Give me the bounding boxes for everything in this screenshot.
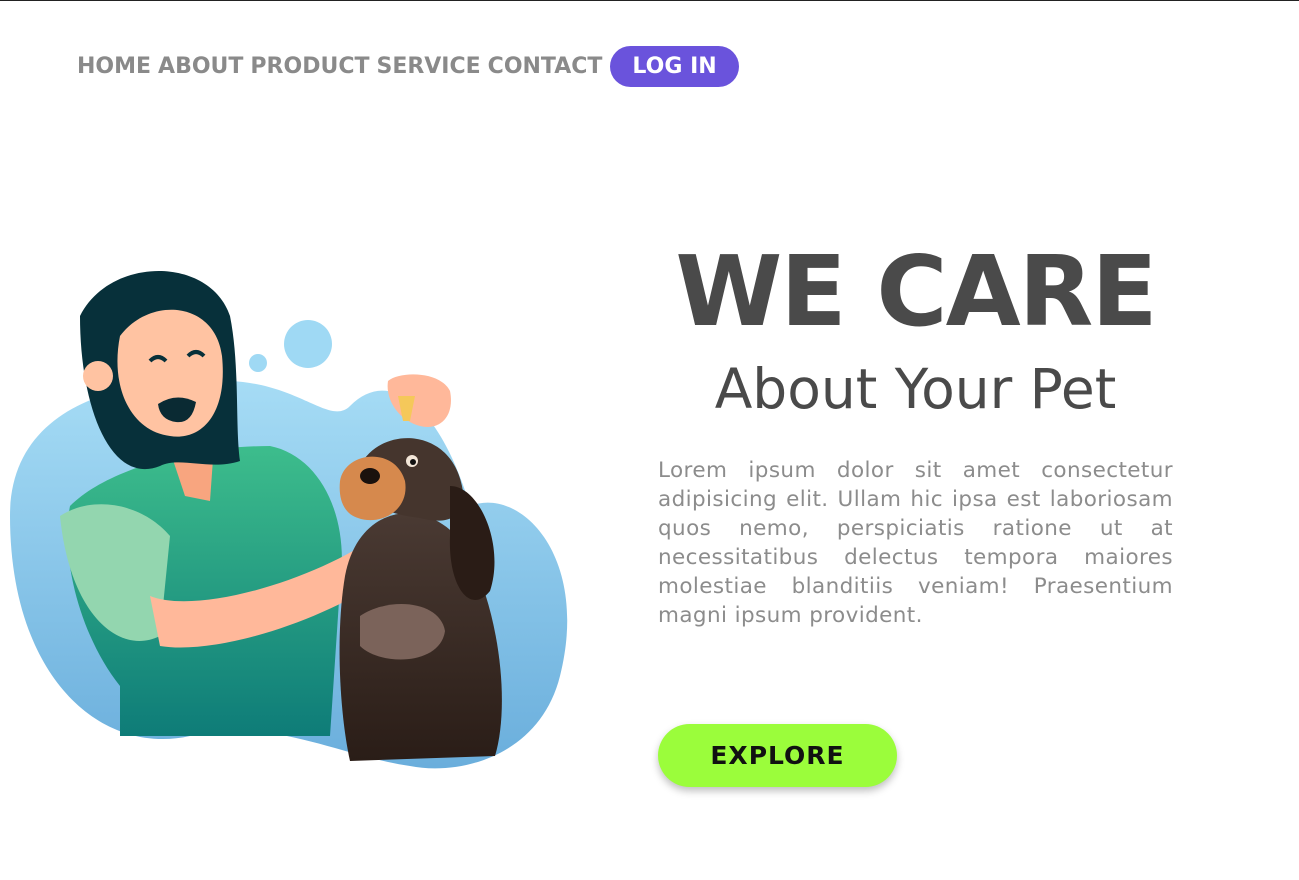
login-button[interactable]: LOG IN <box>610 46 739 87</box>
woman-ear <box>83 361 113 391</box>
hero-headline: WE CARE <box>675 235 1157 348</box>
nav-contact[interactable]: CONTACT <box>488 54 603 79</box>
nav-product[interactable]: PRODUCT <box>250 54 369 79</box>
explore-button[interactable]: EXPLORE <box>658 724 897 787</box>
nav-home[interactable]: HOME <box>77 54 151 79</box>
hero-description: Lorem ipsum dolor sit amet consectetur a… <box>658 458 1173 628</box>
bubble-small <box>249 354 267 372</box>
hero-subheadline: About Your Pet <box>714 357 1117 421</box>
hero-illustration <box>10 271 568 769</box>
nav-service[interactable]: SERVICE <box>376 54 480 79</box>
dog-nose <box>360 468 380 484</box>
nav-about[interactable]: ABOUT <box>158 54 243 79</box>
bubble-large <box>284 320 332 368</box>
top-nav: HOME ABOUT PRODUCT SERVICE CONTACT LOG I… <box>77 46 739 87</box>
